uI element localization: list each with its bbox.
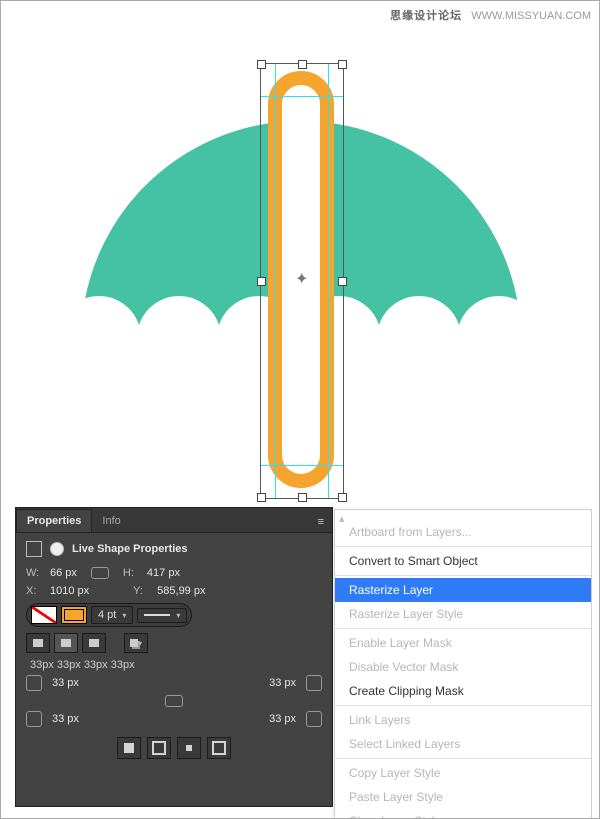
corner-tl-field[interactable]: 33 px <box>52 677 79 689</box>
transform-center-icon[interactable]: ✦ <box>295 274 307 286</box>
pathfinder-intersect[interactable] <box>177 737 201 759</box>
menu-rasterize-layer[interactable]: Rasterize Layer <box>335 578 591 602</box>
pathfinder-subtract[interactable] <box>147 737 171 759</box>
smart-guide-vertical <box>328 64 329 498</box>
stroke-align-center[interactable] <box>54 633 78 653</box>
smart-guide-horizontal <box>261 96 343 97</box>
panel-tabs: Properties Info ≡ <box>16 508 332 533</box>
x-field[interactable]: 1010 px <box>50 585 89 597</box>
menu-link-layers[interactable]: Link Layers <box>335 708 591 732</box>
transform-bounding-box[interactable]: ✦ <box>260 63 344 499</box>
menu-enable-layer-mask[interactable]: Enable Layer Mask <box>335 631 591 655</box>
height-label: H: <box>123 567 141 579</box>
stroke-swatch[interactable] <box>61 606 87 624</box>
corner-bl-icon <box>26 711 42 727</box>
stroke-style-dropdown[interactable]: ▾ <box>137 608 187 623</box>
chevron-down-icon: ▾ <box>122 611 126 620</box>
menu-create-clipping-mask[interactable]: Create Clipping Mask <box>335 679 591 703</box>
pathfinder-row <box>26 737 322 759</box>
transform-handle[interactable] <box>298 60 307 69</box>
y-label: Y: <box>133 585 151 597</box>
corner-summary: 33px 33px 33px 33px <box>30 659 322 671</box>
mask-thumb-icon <box>50 542 64 556</box>
smart-guide-horizontal <box>261 465 343 466</box>
transform-handle[interactable] <box>338 493 347 502</box>
stroke-align-outside[interactable] <box>82 633 106 653</box>
stroke-width-dropdown[interactable]: 4 pt ▾ <box>91 606 133 624</box>
x-label: X: <box>26 585 44 597</box>
width-label: W: <box>26 567 44 579</box>
menu-convert-smart-object[interactable]: Convert to Smart Object <box>335 549 591 573</box>
menu-copy-layer-style[interactable]: Copy Layer Style <box>335 761 591 785</box>
path-ops-dropdown[interactable]: ▾ <box>124 633 148 653</box>
transform-handle[interactable] <box>298 493 307 502</box>
corner-br-icon <box>306 711 322 727</box>
screenshot-root: 思缘设计论坛 WWW.MISSYUAN.COM <box>0 0 600 819</box>
chevron-down-icon: ▾ <box>176 611 180 620</box>
pathfinder-exclude[interactable] <box>207 737 231 759</box>
tab-properties[interactable]: Properties <box>16 509 92 532</box>
document-canvas[interactable]: ✦ <box>1 1 600 491</box>
menu-separator <box>335 758 591 759</box>
transform-handle[interactable] <box>338 277 347 286</box>
menu-artboard-from-layers[interactable]: Artboard from Layers... <box>335 520 591 544</box>
stroke-width-value: 4 pt <box>98 609 116 621</box>
y-field[interactable]: 585,99 px <box>157 585 205 597</box>
height-field[interactable]: 417 px <box>147 567 180 579</box>
menu-rasterize-layer-style[interactable]: Rasterize Layer Style <box>335 602 591 626</box>
smart-guide-vertical <box>275 64 276 498</box>
selected-shape-group[interactable]: ✦ <box>246 63 356 501</box>
menu-separator <box>335 575 591 576</box>
stroke-align-inside[interactable] <box>26 633 50 653</box>
menu-separator <box>335 705 591 706</box>
chevron-down-icon: ▾ <box>138 639 142 648</box>
menu-paste-layer-style[interactable]: Paste Layer Style <box>335 785 591 809</box>
tab-info[interactable]: Info <box>92 510 130 532</box>
corner-tr-icon <box>306 675 322 691</box>
link-wh-icon[interactable] <box>91 567 109 579</box>
transform-handle[interactable] <box>257 60 266 69</box>
transform-handle[interactable] <box>338 60 347 69</box>
corner-bl-field[interactable]: 33 px <box>52 713 79 725</box>
fill-stroke-group: 4 pt ▾ ▾ <box>26 603 192 627</box>
stroke-preview-icon <box>144 614 170 616</box>
corner-tr-field[interactable]: 33 px <box>269 677 296 689</box>
corner-br-field[interactable]: 33 px <box>269 713 296 725</box>
stroke-align-row: ▾ <box>26 633 322 653</box>
menu-disable-vector-mask[interactable]: Disable Vector Mask <box>335 655 591 679</box>
menu-clear-layer-style[interactable]: Clear Layer Style <box>335 809 591 819</box>
menu-separator <box>335 628 591 629</box>
menu-scroll-up-icon[interactable]: ▴ <box>339 512 345 525</box>
transform-handle[interactable] <box>257 277 266 286</box>
menu-separator <box>335 546 591 547</box>
panel-title: Live Shape Properties <box>72 543 188 555</box>
menu-select-linked-layers[interactable]: Select Linked Layers <box>335 732 591 756</box>
layer-context-menu: ▴ Artboard from Layers... Convert to Sma… <box>334 509 592 819</box>
corner-tl-icon <box>26 675 42 691</box>
fill-swatch[interactable] <box>31 606 57 624</box>
link-corners-icon[interactable] <box>165 695 183 707</box>
pathfinder-unite[interactable] <box>117 737 141 759</box>
panel-menu-icon[interactable]: ≡ <box>310 512 332 532</box>
transform-handle[interactable] <box>257 493 266 502</box>
live-shape-icon <box>26 541 42 557</box>
width-field[interactable]: 66 px <box>50 567 77 579</box>
properties-panel: Properties Info ≡ Live Shape Properties … <box>15 507 333 807</box>
